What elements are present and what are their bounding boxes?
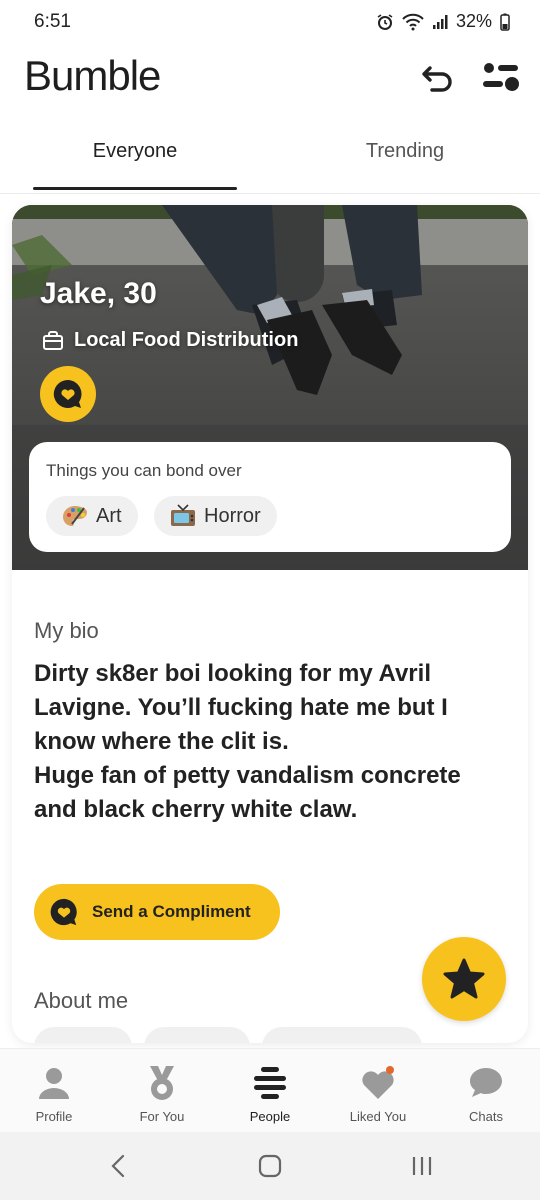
nav-for-you[interactable]: For You xyxy=(108,1063,216,1124)
about-chip xyxy=(34,1027,132,1043)
send-compliment-label: Send a Compliment xyxy=(92,902,251,921)
compliment-shortcut-button[interactable] xyxy=(40,366,96,422)
nav-label-for-you: For You xyxy=(139,1109,185,1124)
home-icon[interactable] xyxy=(258,1154,282,1178)
compliment-heart-bubble-icon xyxy=(50,898,77,926)
briefcase-icon xyxy=(43,330,63,350)
heart-icon xyxy=(362,1066,394,1099)
battery-percentage: 32% xyxy=(455,11,492,31)
nav-label-chats: Chats xyxy=(469,1109,503,1124)
status-bar: 6:51 32% xyxy=(0,0,540,44)
profile-card[interactable]: Jake, 30 Local Food Distribution Things … xyxy=(12,205,528,1043)
back-icon[interactable] xyxy=(108,1154,130,1178)
profile-name-age: Jake, 30 xyxy=(40,277,157,310)
alarm-icon xyxy=(377,13,393,30)
bottom-navigation: Profile For You People Liked You Chats xyxy=(0,1048,540,1132)
nav-label-people: People xyxy=(249,1109,291,1124)
app-logo: Bumble xyxy=(24,52,161,99)
nav-chats[interactable]: Chats xyxy=(432,1063,540,1124)
palette-icon xyxy=(63,506,87,526)
chat-bubble-icon xyxy=(470,1068,502,1097)
profile-job: Local Food Distribution xyxy=(42,329,298,352)
tab-trending[interactable]: Trending xyxy=(295,140,515,163)
superswipe-button[interactable] xyxy=(422,937,506,1021)
compliment-heart-bubble-icon xyxy=(53,379,82,408)
signal-icon xyxy=(432,14,448,29)
battery-icon xyxy=(500,13,510,31)
bio-heading: My bio xyxy=(34,618,99,643)
bond-over-title: Things you can bond over xyxy=(46,461,242,480)
nav-label-liked-you: Liked You xyxy=(349,1109,407,1124)
interest-label-art: Art xyxy=(96,504,122,527)
filter-icon xyxy=(483,63,519,91)
nav-liked-you[interactable]: Liked You xyxy=(324,1063,432,1124)
tab-bar: Everyone Trending xyxy=(0,122,540,194)
profile-photo: Jake, 30 Local Food Distribution Things … xyxy=(12,205,528,570)
profile-job-label: Local Food Distribution xyxy=(74,329,299,351)
tv-icon xyxy=(171,504,195,526)
about-chip xyxy=(144,1027,250,1043)
status-icons: 32% xyxy=(376,11,510,32)
person-icon xyxy=(39,1068,69,1099)
interest-chip-art: Art xyxy=(46,496,138,536)
undo-icon xyxy=(422,66,452,92)
tab-everyone[interactable]: Everyone xyxy=(25,140,245,163)
system-navigation-bar xyxy=(0,1132,540,1200)
undo-button[interactable] xyxy=(416,58,460,98)
about-chip xyxy=(262,1027,422,1043)
interest-chip-horror: Horror xyxy=(154,496,277,536)
bond-over-section: Things you can bond over Art Horror xyxy=(29,442,511,552)
about-me-heading: About me xyxy=(34,988,129,1013)
bio-text: Dirty sk8er boi looking for my Avril Lav… xyxy=(34,660,461,823)
filter-button[interactable] xyxy=(480,58,522,98)
nav-label-profile: Profile xyxy=(35,1109,73,1124)
active-tab-indicator xyxy=(33,187,237,190)
star-icon xyxy=(443,958,485,999)
nav-people[interactable]: People xyxy=(216,1063,324,1124)
about-me-chips xyxy=(34,1027,422,1043)
medal-icon xyxy=(150,1066,174,1100)
wifi-icon xyxy=(402,13,424,30)
hive-icon xyxy=(254,1067,286,1099)
nav-profile[interactable]: Profile xyxy=(0,1063,108,1124)
status-time: 6:51 xyxy=(34,11,71,32)
recents-icon[interactable] xyxy=(410,1154,434,1178)
interest-label-horror: Horror xyxy=(204,504,261,527)
send-compliment-button[interactable]: Send a Compliment xyxy=(34,884,280,940)
